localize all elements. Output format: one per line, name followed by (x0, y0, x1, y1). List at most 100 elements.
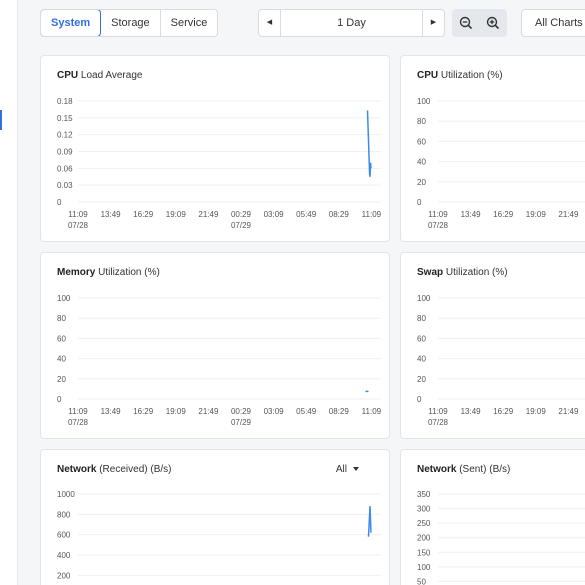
y-tick-label: 200 (417, 534, 431, 543)
x-tick-label: 16:29 (493, 210, 514, 219)
y-tick-label: 100 (57, 294, 71, 303)
x-tick-date: 07/29 (231, 418, 252, 427)
x-tick-label: 16:29 (133, 407, 154, 416)
x-tick-label: 21:49 (198, 407, 219, 416)
x-tick-label: 05:49 (296, 407, 317, 416)
x-tick-date: 07/28 (68, 418, 89, 427)
y-tick-label: 0.09 (57, 148, 73, 157)
time-range-label[interactable]: 1 Day (281, 10, 422, 36)
x-tick-label: 16:29 (133, 210, 154, 219)
x-tick-label: 16:29 (493, 407, 514, 416)
y-tick-label: 0 (417, 198, 422, 207)
x-tick-label: 11:09 (68, 210, 88, 219)
y-tick-label: 100 (417, 563, 431, 572)
x-tick-label: 00:29 (231, 407, 252, 416)
x-tick-label: 19:09 (166, 407, 187, 416)
left-navigation (0, 0, 18, 585)
y-tick-label: 250 (417, 519, 431, 528)
x-tick-date: 07/28 (428, 221, 449, 230)
y-tick-label: 800 (57, 510, 71, 519)
x-tick-label: 13:49 (101, 407, 122, 416)
x-tick-label: 11:09 (428, 210, 448, 219)
memory-utilization-chart: 100 80 60 40 20 0 11:09 07/28 13:49 16:29 19:09 21:… (57, 294, 382, 427)
x-tick-label: 19:09 (526, 407, 547, 416)
y-tick-label: 20 (417, 375, 426, 384)
y-tick-label: 100 (417, 97, 431, 106)
x-tick-label: 19:09 (526, 210, 547, 219)
time-range-picker: ◀ 1 Day ▶ (258, 9, 445, 37)
x-tick-label: 03:09 (264, 407, 285, 416)
y-tick-label: 1000 (57, 490, 75, 499)
y-tick-label: 80 (57, 314, 66, 323)
x-tick-label: 21:49 (198, 210, 219, 219)
network-sent-chart: 350 300 250 200 150 100 50 (417, 490, 585, 585)
nav-active-marker (0, 110, 2, 130)
x-tick-date: 07/28 (428, 418, 449, 427)
category-tabs: System Storage Service (40, 9, 219, 37)
tab-storage[interactable]: Storage (101, 10, 161, 36)
x-tick-date: 07/29 (231, 221, 252, 230)
x-tick-label: 11:09 (362, 210, 382, 219)
cpu-load-card: CPU Load Average 0.18 0.15 0.12 0.09 0.06 0.0… (40, 55, 390, 242)
x-tick-label: 08:29 (329, 407, 350, 416)
y-tick-label: 100 (417, 294, 431, 303)
x-tick-label: 21:49 (558, 407, 579, 416)
prev-range-button[interactable]: ◀ (259, 10, 281, 36)
x-tick-date: 07/28 (68, 221, 89, 230)
y-tick-label: 0.12 (57, 131, 73, 140)
zoom-controls (452, 9, 507, 37)
y-tick-label: 80 (417, 314, 426, 323)
y-tick-label: 40 (417, 355, 426, 364)
cpu-load-chart: 0.18 0.15 0.12 0.09 0.06 0.03 0 11:09 07/28 13:49… (57, 97, 382, 230)
y-tick-label: 20 (57, 375, 66, 384)
next-range-button[interactable]: ▶ (422, 10, 444, 36)
y-tick-label: 40 (417, 158, 426, 167)
y-tick-label: 400 (57, 551, 71, 560)
zoom-out-button[interactable] (452, 9, 479, 37)
series-line (366, 110, 372, 177)
x-tick-label: 11:09 (68, 407, 88, 416)
toolbar: System Storage Service ◀ 1 Day ▶ All Cha… (40, 9, 585, 37)
x-tick-label: 11:09 (428, 407, 448, 416)
y-tick-label: 350 (417, 490, 431, 499)
y-tick-label: 0 (417, 395, 422, 404)
y-tick-label: 20 (417, 178, 426, 187)
y-tick-label: 60 (417, 334, 426, 343)
y-tick-label: 50 (417, 577, 426, 585)
network-received-card: Network (Received) (B/s) All 1000 800 600 4… (40, 449, 390, 585)
network-sent-card: Network (Sent) (B/s) 350 300 250 200 150 100 5… (400, 449, 585, 585)
tab-service[interactable]: Service (161, 10, 218, 36)
y-tick-label: 150 (417, 548, 431, 557)
y-tick-label: 0.18 (57, 97, 73, 106)
y-tick-label: 40 (57, 355, 66, 364)
swap-utilization-chart: 100 80 60 40 20 0 11:09 07/28 13:49 16:29 19:09 21:… (417, 294, 585, 427)
x-tick-label: 00:29 (231, 210, 252, 219)
y-tick-label: 200 (57, 571, 71, 580)
tab-system[interactable]: System (41, 10, 102, 36)
zoom-out-icon (459, 16, 472, 30)
cpu-utilization-chart: 100 80 60 40 20 0 11:09 07/28 13:49 16:29 19:09 21:… (417, 97, 585, 230)
network-received-chart: 1000 800 600 400 200 (57, 490, 381, 580)
y-tick-label: 600 (57, 531, 71, 540)
y-tick-label: 0.15 (57, 114, 73, 123)
y-tick-label: 0 (57, 198, 62, 207)
all-charts-select[interactable]: All Charts (521, 9, 585, 37)
x-tick-label: 11:09 (362, 407, 382, 416)
x-tick-label: 13:49 (101, 210, 122, 219)
x-tick-label: 19:09 (166, 210, 187, 219)
y-tick-label: 80 (417, 117, 426, 126)
y-tick-label: 0 (57, 395, 62, 404)
series-line (367, 506, 372, 537)
zoom-in-icon (486, 16, 499, 30)
x-tick-label: 21:49 (558, 210, 579, 219)
swap-utilization-card: Swap Utilization (%) 100 80 60 40 20 0 11:09 07… (400, 252, 585, 439)
y-tick-label: 300 (417, 505, 431, 514)
x-tick-label: 13:49 (461, 407, 482, 416)
x-tick-label: 05:49 (296, 210, 317, 219)
y-tick-label: 60 (57, 334, 66, 343)
memory-utilization-card: Memory Utilization (%) 100 80 60 40 20 0 11:09… (40, 252, 390, 439)
y-tick-label: 60 (417, 137, 426, 146)
x-tick-label: 03:09 (264, 210, 285, 219)
zoom-in-button[interactable] (479, 9, 506, 37)
y-tick-label: 0.06 (57, 164, 73, 173)
